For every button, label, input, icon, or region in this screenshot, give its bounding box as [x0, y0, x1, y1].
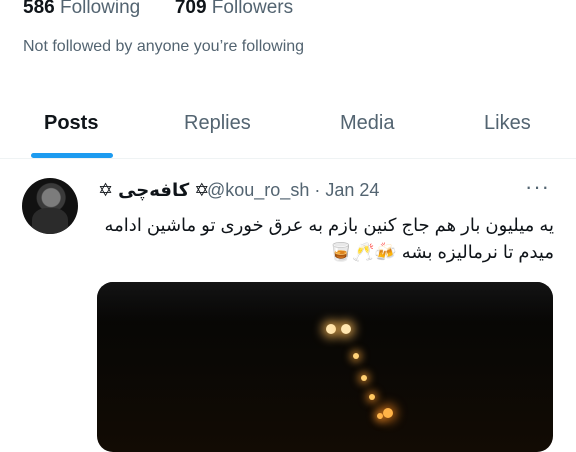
not-followed-notice: Not followed by anyone you’re following	[23, 38, 305, 55]
handle[interactable]: @kou_ro_sh	[207, 180, 309, 200]
active-tab-indicator	[31, 153, 113, 158]
tab-posts[interactable]: Posts	[44, 112, 98, 135]
tweet-header: ✡ کافه‌چی ✡ @kou_ro_sh · Jan 24 ···	[98, 174, 558, 206]
tab-likes[interactable]: Likes	[484, 112, 531, 135]
profile-tabs: Posts Replies Media Likes	[0, 100, 576, 159]
following-count: 586	[23, 0, 55, 18]
separator: ·	[314, 180, 321, 200]
tweet-text: یه میلیون بار هم جاج کنین بازم به عرق خو…	[104, 215, 554, 262]
profile-stats: 586 Following 709 Followers	[23, 0, 293, 19]
following-label: Following	[59, 0, 141, 18]
tab-replies[interactable]: Replies	[184, 112, 251, 135]
more-horizontal-icon[interactable]: ···	[525, 174, 550, 200]
avatar[interactable]	[22, 178, 78, 234]
followers-count: 709	[174, 0, 207, 18]
tweet-meta: @kou_ro_sh · Jan 24	[207, 180, 379, 201]
following-link[interactable]: 586 Following	[23, 0, 146, 18]
tab-media[interactable]: Media	[340, 112, 394, 135]
followers-label: Followers	[211, 0, 294, 18]
tweet-media-photo[interactable]	[97, 282, 553, 452]
followers-link[interactable]: 709 Followers	[175, 0, 293, 18]
tweet-date[interactable]: Jan 24	[325, 180, 379, 200]
display-name[interactable]: ✡ کافه‌چی ✡	[98, 180, 209, 201]
